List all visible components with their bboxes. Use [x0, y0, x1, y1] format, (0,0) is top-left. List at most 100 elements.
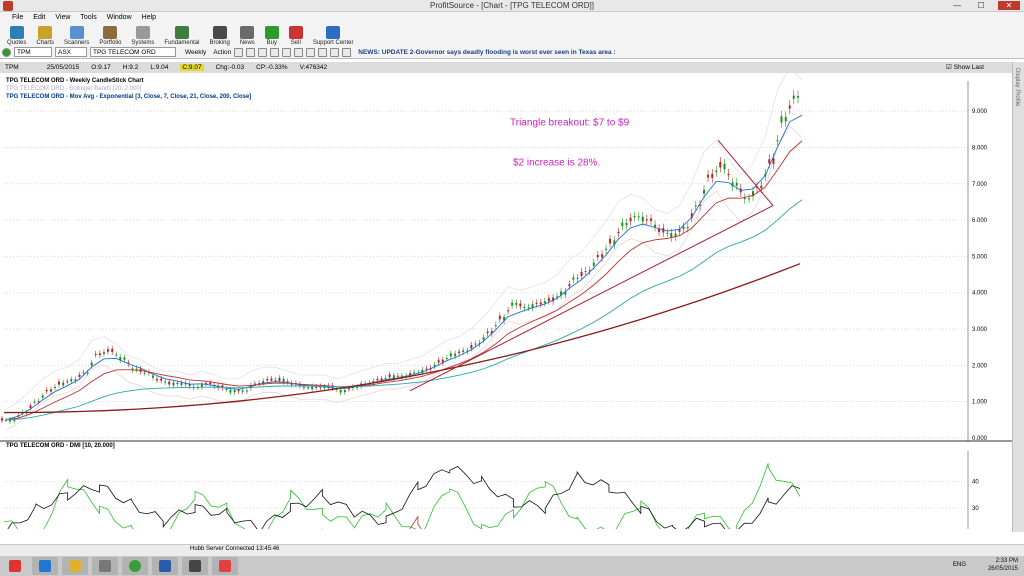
menu-view[interactable]: View	[55, 14, 70, 21]
candle-body	[576, 277, 579, 279]
word-icon[interactable]	[152, 557, 178, 575]
tool-icon-7[interactable]	[306, 47, 316, 57]
minimize-icon[interactable]: —	[950, 1, 964, 10]
news-icon	[240, 26, 255, 39]
candle-body	[568, 284, 571, 287]
menu-window[interactable]: Window	[107, 14, 132, 21]
chart-canvas[interactable]: 0.0001.0002.0003.0004.0005.0006.0007.000…	[0, 66, 1012, 576]
menu-file[interactable]: File	[12, 14, 23, 21]
close-icon[interactable]: ✕	[998, 1, 1020, 10]
show-last-checkbox[interactable]: ☑ Show Last	[946, 63, 996, 71]
toolbar-scanners-button[interactable]: Scanners	[59, 22, 94, 46]
candle-body	[633, 216, 636, 218]
toolbar-sell-button[interactable]: Sell	[284, 22, 308, 46]
candle-body	[454, 353, 457, 357]
candle-body	[601, 254, 604, 258]
candle-body	[650, 218, 653, 221]
candle-body	[315, 386, 318, 388]
candle-body	[527, 307, 530, 309]
candle-body	[111, 348, 114, 352]
candle-body	[629, 217, 632, 222]
candle-body	[772, 158, 775, 164]
candle-body	[797, 96, 799, 98]
toolbar-broking-button[interactable]: Broking	[204, 22, 234, 46]
tool-icon-4[interactable]	[270, 47, 280, 57]
maximize-icon[interactable]: ☐	[974, 1, 988, 10]
menu-tools[interactable]: Tools	[80, 14, 96, 21]
chrome-icon[interactable]	[122, 557, 148, 575]
broking-icon	[212, 26, 227, 39]
candle-body	[637, 216, 640, 218]
toolbar-support-center-button[interactable]: Support Center	[308, 22, 359, 46]
candle-body	[29, 405, 32, 408]
candle-body	[462, 350, 465, 352]
candle-body	[176, 383, 179, 385]
toolbar-buy-button[interactable]: Buy	[260, 22, 284, 46]
ema-21-line	[5, 199, 803, 421]
tool-icon-8[interactable]	[318, 47, 328, 57]
candle-body	[98, 353, 101, 356]
system-tray: 2:33 PM 26/05/2015	[988, 557, 1018, 573]
sell-icon	[288, 26, 303, 39]
chart-area[interactable]: 0.000 1.000 2.000 3.000 4.000 5.000 6.000 7.000…	[0, 66, 1012, 576]
explorer-icon[interactable]	[62, 557, 88, 575]
candle-body	[339, 389, 342, 393]
candle-body	[413, 372, 416, 374]
candle-body	[392, 375, 395, 379]
action-menu[interactable]: Action	[213, 49, 231, 56]
candle-body	[609, 238, 612, 244]
toolbar-fundamental-button[interactable]: Fundamental	[159, 22, 204, 46]
candle-body	[302, 386, 305, 388]
symbol-bar: TPM ASX TPG TELECOM ORD Weekly Action NE…	[0, 46, 1024, 59]
taskbar: 2:33 PM 26/05/2015 ENG	[0, 556, 1024, 576]
symbol-go-icon[interactable]	[2, 47, 11, 57]
triangle-resistance-line	[717, 139, 774, 206]
toolbar-charts-button[interactable]: Charts	[31, 22, 59, 46]
candle-body	[180, 382, 183, 385]
media-icon[interactable]	[92, 557, 118, 575]
toolbar-systems-button[interactable]: Systems	[126, 22, 159, 46]
toolbar-portfolio-button[interactable]: Portfolio	[94, 22, 126, 46]
menu-edit[interactable]: Edit	[33, 14, 45, 21]
y-tick-label: 8.000	[972, 145, 988, 151]
candle-body	[686, 226, 689, 229]
candle-body	[592, 262, 595, 266]
tool-icon-9[interactable]	[330, 47, 340, 57]
tool-icon-1[interactable]	[234, 47, 244, 57]
candle-body	[694, 205, 697, 207]
candle-body	[225, 388, 228, 390]
start-icon[interactable]	[2, 557, 28, 575]
tool-icon-2[interactable]	[246, 47, 256, 57]
language-indicator[interactable]: ENG	[953, 562, 966, 568]
candle-body	[605, 248, 608, 250]
app-icon[interactable]	[182, 557, 208, 575]
tool-icon-3[interactable]	[258, 47, 268, 57]
y-tick-label: 7.000	[972, 182, 988, 188]
candle-body	[229, 389, 232, 393]
toolbar-news-button[interactable]: News	[235, 22, 260, 46]
menu-help[interactable]: Help	[142, 14, 156, 21]
display-profile-tab[interactable]: Display Profile	[1012, 62, 1024, 532]
toolbar-quotes-button[interactable]: Quotes	[2, 22, 31, 46]
quotes-icon	[9, 26, 24, 39]
security-name-field[interactable]: TPG TELECOM ORD	[90, 47, 176, 57]
candle-body	[70, 379, 73, 382]
tool-icon-6[interactable]	[294, 47, 304, 57]
candle-body	[57, 381, 60, 385]
annotation-increase: $2 increase is 28%.	[513, 158, 600, 169]
candle-body	[719, 162, 722, 168]
symbol-code-input[interactable]: TPM	[14, 47, 52, 57]
quote-code: TPM	[5, 64, 19, 71]
tool-icon-10[interactable]	[342, 47, 352, 57]
quote-chg: Chg:-0.03	[215, 64, 245, 71]
dmi-tick-label: 40	[972, 480, 979, 486]
ie-icon[interactable]	[32, 557, 58, 575]
news-ticker[interactable]: NEWS: UPDATE 2-Governor says deadly floo…	[358, 49, 615, 56]
candle-body	[743, 197, 746, 200]
profitsource-icon[interactable]	[212, 557, 238, 575]
exchange-select[interactable]: ASX	[55, 47, 87, 57]
candle-body	[498, 315, 501, 320]
period-select[interactable]: Weekly	[185, 49, 206, 56]
candle-body	[274, 379, 277, 381]
tool-icon-5[interactable]	[282, 47, 292, 57]
